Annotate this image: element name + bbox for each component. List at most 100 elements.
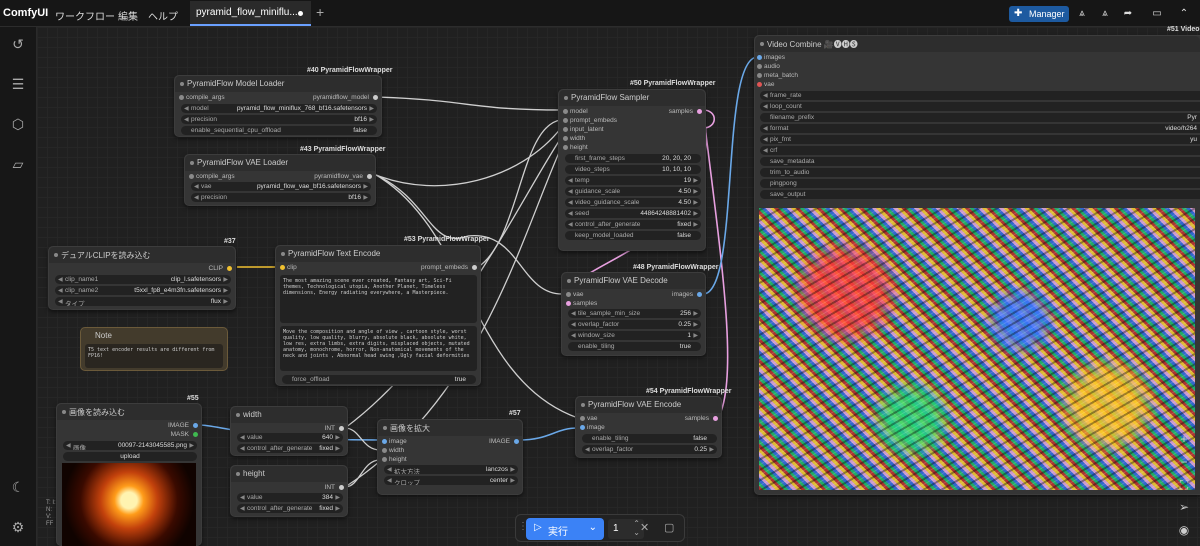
node-dual-clip-loader[interactable]: デュアルCLIPを読み込む CLIP ◀ clip_name1 clip_l.saf… [48, 246, 236, 310]
widget-filename-prefix[interactable]: filename_prefix Pyr [760, 113, 1200, 122]
menu-workflow[interactable]: ワークフロー [55, 8, 115, 23]
negative-prompt-textarea[interactable]: Move the composition and angle of view ,… [280, 326, 477, 371]
moon-icon[interactable]: ☾ [9, 478, 27, 496]
widget-seed[interactable]: ◀ seed 44864248881402 ▶ [565, 209, 701, 218]
widget-clip-name1[interactable]: ◀ clip_name1 clip_l.safetensors ▶ [55, 275, 231, 284]
workflow-tab[interactable]: pyramid_flow_miniflu... [190, 1, 311, 26]
output-slot[interactable] [472, 265, 477, 270]
new-tab-plus-icon[interactable]: + [316, 4, 324, 20]
widget-tile-sample-min-size[interactable]: ◀ tile_sample_min_size 256 ▶ [568, 309, 701, 318]
input-slot[interactable] [757, 73, 762, 78]
unsaved-dot-icon[interactable] [298, 11, 303, 16]
panel-toggle-icon[interactable]: ▭ [1148, 6, 1166, 22]
run-button[interactable]: ▷ 実行 ⌄ [526, 518, 604, 540]
stop-square-icon[interactable]: ▢ [664, 521, 674, 534]
history-icon[interactable]: ↺ [9, 35, 27, 53]
widget-video-steps[interactable]: video_steps 10, 10, 10 [565, 165, 701, 174]
node-height[interactable]: height INT ◀ value 384 ▶ ◀ control_after_gen… [230, 465, 348, 517]
widget-first-frame-steps[interactable]: first_frame_steps 20, 20, 20 [565, 154, 701, 163]
output-slot[interactable] [373, 95, 378, 100]
widget-control-after-generate[interactable]: ◀ control_after_generate fixed ▶ [237, 504, 343, 513]
input-slot[interactable] [280, 265, 285, 270]
widget-keep-model-loaded[interactable]: keep_model_loaded false [565, 231, 701, 240]
widget-control-after-generate[interactable]: ◀ control_after_generate fixed ▶ [237, 444, 343, 453]
zoom-in-icon[interactable]: + [1174, 429, 1194, 449]
input-slot[interactable] [566, 301, 571, 306]
menu-help[interactable]: ヘルプ [148, 8, 178, 23]
positive-prompt-textarea[interactable]: The most amazing scene ever created, Fan… [280, 275, 477, 323]
node-library-icon[interactable]: ⩓ [1073, 6, 1091, 22]
input-slot[interactable] [563, 118, 568, 123]
node-vae-decode[interactable]: PyramidFlow VAE Decode vae samples image… [561, 272, 706, 356]
widget-overlap-factor[interactable]: ◀ overlap_factor 0.25 ▶ [568, 320, 701, 329]
fit-view-icon[interactable]: ⛶ [1174, 475, 1194, 495]
input-slot[interactable] [566, 292, 571, 297]
share-icon[interactable]: ➦ [1119, 6, 1137, 22]
widget-crop[interactable]: ◀ クロップ center ▶ [384, 476, 518, 485]
widget-control-after-generate[interactable]: ◀ control_after_generate fixed ▶ [565, 220, 701, 229]
node-upscale-image[interactable]: 画像を拡大 image width height IMAGE ◀ 拡大方法 lanc… [377, 419, 523, 495]
chevron-down-icon[interactable]: ⌄ [589, 522, 597, 533]
widget-format[interactable]: ◀ format video/h264 [760, 124, 1200, 133]
cancel-x-icon[interactable]: ✕ [640, 521, 649, 534]
input-slot[interactable] [563, 109, 568, 114]
widget-crf[interactable]: ◀ crf [760, 146, 1200, 155]
widget-window-size[interactable]: ◀ window_size 1 ▶ [568, 331, 701, 340]
output-slot[interactable] [193, 432, 198, 437]
widget-video-guidance-scale[interactable]: ◀ video_guidance_scale 4.50 ▶ [565, 198, 701, 207]
widget-image-file[interactable]: ◀ 画像 00097-2143045585.png ▶ [63, 441, 197, 450]
widget-enable-tiling[interactable]: enable_tiling true [568, 342, 701, 351]
pointer-mode-icon[interactable]: ➢ [1174, 497, 1194, 517]
widget-guidance-scale[interactable]: ◀ guidance_scale 4.50 ▶ [565, 187, 701, 196]
widget-value[interactable]: ◀ value 640 ▶ [237, 433, 343, 442]
model-icon[interactable]: ⩓ [1096, 6, 1114, 22]
input-slot[interactable] [580, 425, 585, 430]
widget-value[interactable]: ◀ value 384 ▶ [237, 493, 343, 502]
folder-icon[interactable]: ▱ [9, 155, 27, 173]
widget-clip-type[interactable]: ◀ タイプ flux ▶ [55, 297, 231, 306]
widget-temp[interactable]: ◀ temp 19 ▶ [565, 176, 701, 185]
widget-save-metadata[interactable]: save_metadata [760, 157, 1200, 166]
output-slot[interactable] [697, 292, 702, 297]
settings-gear-icon[interactable]: ⚙ [9, 518, 27, 536]
output-slot[interactable] [713, 416, 718, 421]
widget-loop-count[interactable]: ◀ loop_count [760, 102, 1200, 111]
widget-vae[interactable]: ◀ vae pyramid_flow_vae_bf16.safetensors ▶ [191, 182, 371, 191]
widget-overlap-factor[interactable]: ◀ overlap_factor 0.25 ▶ [582, 445, 717, 454]
node-vae-encode[interactable]: PyramidFlow VAE Encode vae image samples… [575, 396, 722, 458]
widget-pix-fmt[interactable]: ◀ pix_fmt yu [760, 135, 1200, 144]
node-vae-loader[interactable]: PyramidFlow VAE Loader compile_args pyra… [184, 154, 376, 206]
node-text-encode[interactable]: PyramidFlow Text Encode clip prompt_embe… [275, 245, 481, 386]
output-slot[interactable] [514, 439, 519, 444]
output-slot[interactable] [339, 426, 344, 431]
input-slot[interactable] [382, 448, 387, 453]
output-slot[interactable] [339, 485, 344, 490]
queue-list-icon[interactable]: ☰ [9, 75, 27, 93]
widget-enable-tiling[interactable]: enable_tiling false [582, 434, 717, 443]
widget-pingpong[interactable]: pingpong [760, 179, 1200, 188]
input-slot[interactable] [580, 416, 585, 421]
manager-button[interactable]: ✚ Manager [1009, 6, 1069, 22]
visibility-eye-icon[interactable]: ◉ [1174, 520, 1194, 540]
widget-frame-rate[interactable]: ◀ frame_rate [760, 91, 1200, 100]
upload-button[interactable]: upload [63, 452, 197, 461]
output-slot[interactable] [193, 423, 198, 428]
input-slot[interactable] [382, 457, 387, 462]
widget-model[interactable]: ◀ model pyramid_flow_miniflux_768_bf16.saf… [181, 104, 377, 113]
node-model-loader[interactable]: PyramidFlow Model Loader compile_args py… [174, 75, 382, 137]
note-text[interactable]: T5 text encoder results are different fr… [85, 344, 223, 368]
widget-clip-name2[interactable]: ◀ clip_name2 t5xxl_fp8_e4m3fn.safetensors ▶ [55, 286, 231, 295]
stepper-icon[interactable]: ⌃ ⌄ [633, 519, 640, 537]
widget-trim-to-audio[interactable]: trim_to_audio [760, 168, 1200, 177]
widget-upscale-method[interactable]: ◀ 拡大方法 lanczos ▶ [384, 465, 518, 474]
widget-force-offload[interactable]: force_offload true [282, 375, 476, 384]
node-width[interactable]: width INT ◀ value 640 ▶ ◀ control_after_gene… [230, 406, 348, 456]
widget-precision[interactable]: ◀ precision bf16 ▶ [191, 193, 371, 202]
input-slot[interactable] [757, 64, 762, 69]
input-slot[interactable] [563, 136, 568, 141]
widget-cpu-offload[interactable]: enable_sequential_cpu_offload false [181, 126, 377, 135]
input-slot[interactable] [189, 174, 194, 179]
input-slot[interactable] [179, 95, 184, 100]
input-slot[interactable] [757, 82, 762, 87]
input-slot[interactable] [382, 439, 387, 444]
